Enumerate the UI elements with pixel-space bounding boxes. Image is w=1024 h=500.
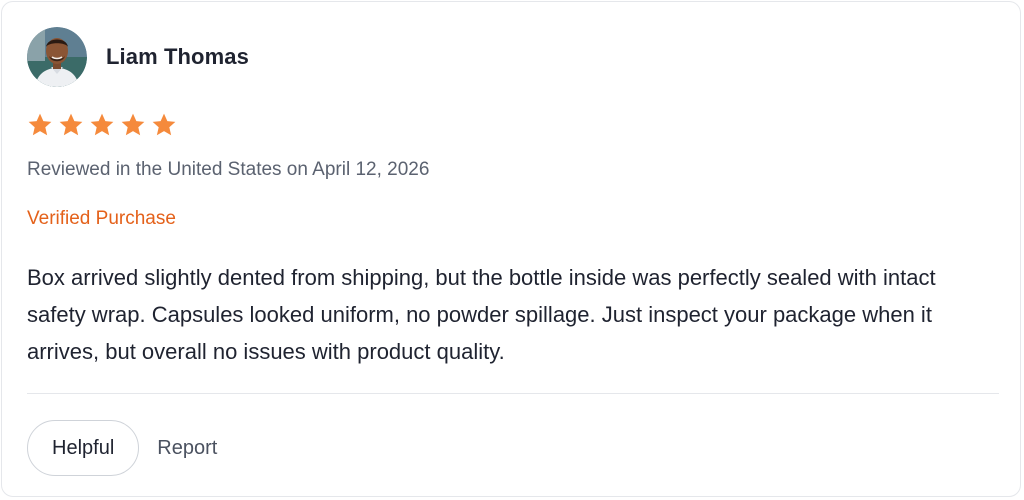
verified-purchase-badge: Verified Purchase [27, 208, 176, 229]
star-icon [121, 113, 145, 136]
star-icon [152, 113, 176, 136]
divider [27, 393, 999, 394]
star-rating [27, 112, 177, 138]
star-icon [28, 113, 52, 136]
reviewer-name: Liam Thomas [106, 44, 249, 69]
review-header: Liam Thomas [27, 27, 249, 87]
reviewer-avatar [27, 27, 87, 87]
helpful-button[interactable]: Helpful [27, 420, 140, 476]
review-date: Reviewed in the United States on April 1… [27, 159, 430, 180]
review-actions: Helpful Report [27, 419, 217, 477]
review-card: Liam Thomas Reviewed in the United State… [1, 1, 1021, 497]
report-link[interactable]: Report [157, 437, 217, 460]
review-text: Box arrived slightly dented from shippin… [27, 265, 936, 364]
star-icon [90, 113, 114, 136]
star-icon [59, 113, 83, 136]
